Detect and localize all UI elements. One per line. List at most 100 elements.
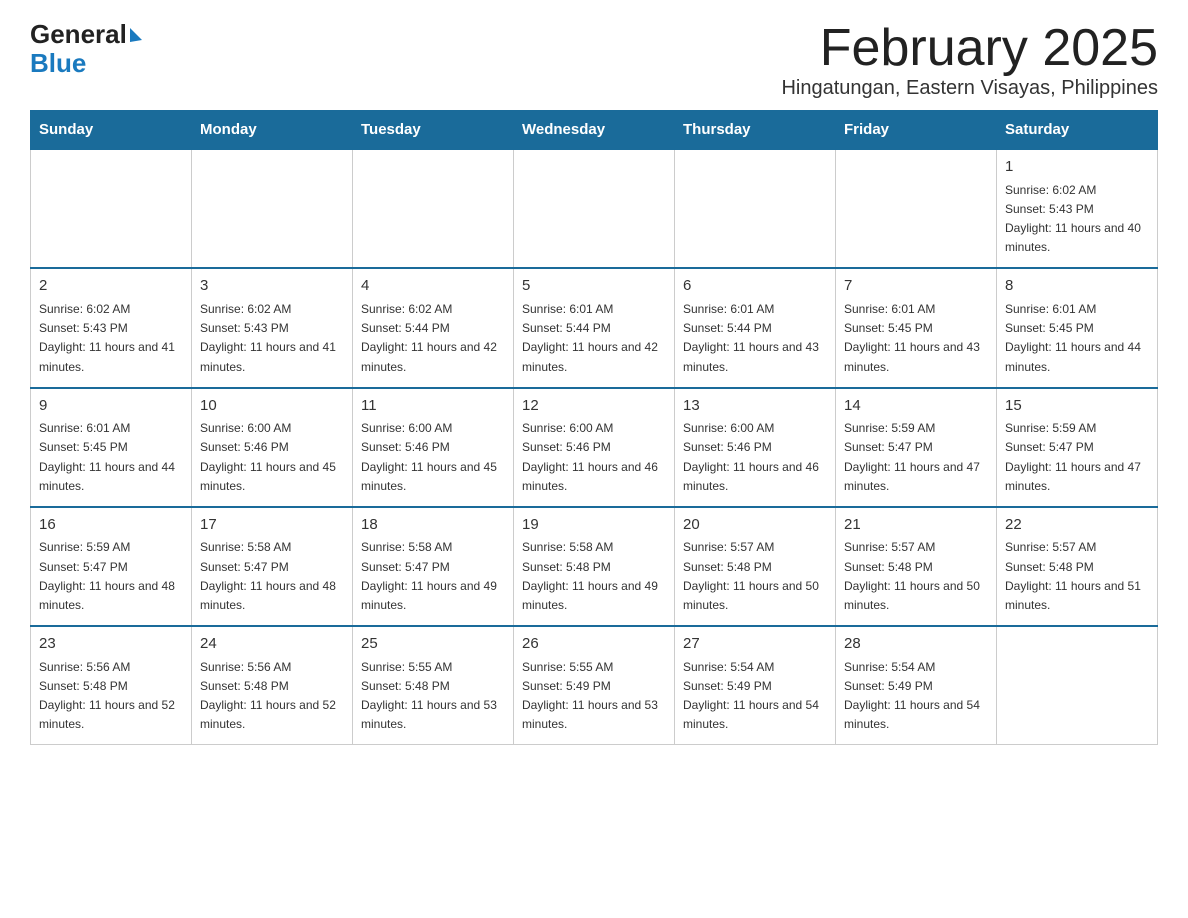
calendar-cell: 27Sunrise: 5:54 AM Sunset: 5:49 PM Dayli… (675, 626, 836, 745)
calendar-cell: 16Sunrise: 5:59 AM Sunset: 5:47 PM Dayli… (31, 507, 192, 626)
day-info: Sunrise: 5:54 AM Sunset: 5:49 PM Dayligh… (683, 658, 827, 735)
calendar-cell (353, 149, 514, 268)
calendar-cell: 25Sunrise: 5:55 AM Sunset: 5:48 PM Dayli… (353, 626, 514, 745)
day-info: Sunrise: 5:55 AM Sunset: 5:49 PM Dayligh… (522, 658, 666, 735)
day-info: Sunrise: 6:00 AM Sunset: 5:46 PM Dayligh… (522, 419, 666, 496)
calendar-cell: 14Sunrise: 5:59 AM Sunset: 5:47 PM Dayli… (836, 388, 997, 507)
calendar-cell (514, 149, 675, 268)
calendar-cell: 12Sunrise: 6:00 AM Sunset: 5:46 PM Dayli… (514, 388, 675, 507)
day-number: 20 (683, 514, 827, 537)
calendar-cell: 10Sunrise: 6:00 AM Sunset: 5:46 PM Dayli… (192, 388, 353, 507)
day-number: 4 (361, 275, 505, 298)
calendar-cell: 11Sunrise: 6:00 AM Sunset: 5:46 PM Dayli… (353, 388, 514, 507)
day-number: 12 (522, 395, 666, 418)
day-number: 22 (1005, 514, 1149, 537)
calendar-header-row: SundayMondayTuesdayWednesdayThursdayFrid… (31, 111, 1158, 150)
day-info: Sunrise: 6:01 AM Sunset: 5:44 PM Dayligh… (683, 300, 827, 377)
calendar-title: February 2025 (781, 20, 1158, 77)
calendar-cell: 26Sunrise: 5:55 AM Sunset: 5:49 PM Dayli… (514, 626, 675, 745)
day-number: 25 (361, 633, 505, 656)
day-number: 9 (39, 395, 183, 418)
day-number: 7 (844, 275, 988, 298)
day-number: 28 (844, 633, 988, 656)
day-info: Sunrise: 5:56 AM Sunset: 5:48 PM Dayligh… (200, 658, 344, 735)
calendar-cell (836, 149, 997, 268)
day-number: 21 (844, 514, 988, 537)
day-number: 23 (39, 633, 183, 656)
calendar-cell: 7Sunrise: 6:01 AM Sunset: 5:45 PM Daylig… (836, 268, 997, 387)
day-info: Sunrise: 5:57 AM Sunset: 5:48 PM Dayligh… (1005, 538, 1149, 615)
day-number: 19 (522, 514, 666, 537)
day-info: Sunrise: 5:58 AM Sunset: 5:47 PM Dayligh… (200, 538, 344, 615)
calendar-header-sunday: Sunday (31, 111, 192, 150)
calendar-subtitle: Hingatungan, Eastern Visayas, Philippine… (781, 77, 1158, 100)
calendar-week-4: 23Sunrise: 5:56 AM Sunset: 5:48 PM Dayli… (31, 626, 1158, 745)
day-info: Sunrise: 6:00 AM Sunset: 5:46 PM Dayligh… (683, 419, 827, 496)
calendar-cell: 4Sunrise: 6:02 AM Sunset: 5:44 PM Daylig… (353, 268, 514, 387)
calendar-cell: 15Sunrise: 5:59 AM Sunset: 5:47 PM Dayli… (997, 388, 1158, 507)
calendar-cell (675, 149, 836, 268)
day-info: Sunrise: 6:02 AM Sunset: 5:43 PM Dayligh… (200, 300, 344, 377)
calendar-cell: 22Sunrise: 5:57 AM Sunset: 5:48 PM Dayli… (997, 507, 1158, 626)
calendar-cell: 20Sunrise: 5:57 AM Sunset: 5:48 PM Dayli… (675, 507, 836, 626)
day-info: Sunrise: 6:00 AM Sunset: 5:46 PM Dayligh… (361, 419, 505, 496)
day-number: 6 (683, 275, 827, 298)
calendar-cell (31, 149, 192, 268)
logo-blue-text: Blue (30, 49, 142, 78)
day-info: Sunrise: 6:01 AM Sunset: 5:45 PM Dayligh… (39, 419, 183, 496)
calendar-header-wednesday: Wednesday (514, 111, 675, 150)
calendar-cell: 5Sunrise: 6:01 AM Sunset: 5:44 PM Daylig… (514, 268, 675, 387)
calendar-cell: 6Sunrise: 6:01 AM Sunset: 5:44 PM Daylig… (675, 268, 836, 387)
day-info: Sunrise: 5:59 AM Sunset: 5:47 PM Dayligh… (39, 538, 183, 615)
calendar-cell: 19Sunrise: 5:58 AM Sunset: 5:48 PM Dayli… (514, 507, 675, 626)
logo-general-text: General (30, 20, 127, 49)
day-number: 15 (1005, 395, 1149, 418)
day-info: Sunrise: 6:00 AM Sunset: 5:46 PM Dayligh… (200, 419, 344, 496)
day-number: 1 (1005, 156, 1149, 179)
calendar-cell: 18Sunrise: 5:58 AM Sunset: 5:47 PM Dayli… (353, 507, 514, 626)
calendar-header-tuesday: Tuesday (353, 111, 514, 150)
day-info: Sunrise: 5:58 AM Sunset: 5:48 PM Dayligh… (522, 538, 666, 615)
day-info: Sunrise: 6:01 AM Sunset: 5:45 PM Dayligh… (844, 300, 988, 377)
day-number: 26 (522, 633, 666, 656)
day-info: Sunrise: 6:01 AM Sunset: 5:45 PM Dayligh… (1005, 300, 1149, 377)
calendar-header-monday: Monday (192, 111, 353, 150)
calendar-cell: 3Sunrise: 6:02 AM Sunset: 5:43 PM Daylig… (192, 268, 353, 387)
day-info: Sunrise: 6:01 AM Sunset: 5:44 PM Dayligh… (522, 300, 666, 377)
title-area: February 2025 Hingatungan, Eastern Visay… (781, 20, 1158, 100)
calendar-cell (997, 626, 1158, 745)
day-number: 24 (200, 633, 344, 656)
day-info: Sunrise: 5:55 AM Sunset: 5:48 PM Dayligh… (361, 658, 505, 735)
calendar-header-saturday: Saturday (997, 111, 1158, 150)
calendar-cell: 17Sunrise: 5:58 AM Sunset: 5:47 PM Dayli… (192, 507, 353, 626)
calendar-cell: 24Sunrise: 5:56 AM Sunset: 5:48 PM Dayli… (192, 626, 353, 745)
calendar-cell: 2Sunrise: 6:02 AM Sunset: 5:43 PM Daylig… (31, 268, 192, 387)
day-number: 8 (1005, 275, 1149, 298)
day-info: Sunrise: 5:59 AM Sunset: 5:47 PM Dayligh… (844, 419, 988, 496)
day-number: 16 (39, 514, 183, 537)
day-number: 13 (683, 395, 827, 418)
day-number: 17 (200, 514, 344, 537)
calendar-week-3: 16Sunrise: 5:59 AM Sunset: 5:47 PM Dayli… (31, 507, 1158, 626)
page-header: General Blue February 2025 Hingatungan, … (30, 20, 1158, 100)
calendar-cell: 13Sunrise: 6:00 AM Sunset: 5:46 PM Dayli… (675, 388, 836, 507)
day-number: 14 (844, 395, 988, 418)
day-info: Sunrise: 6:02 AM Sunset: 5:43 PM Dayligh… (1005, 181, 1149, 258)
calendar-cell: 23Sunrise: 5:56 AM Sunset: 5:48 PM Dayli… (31, 626, 192, 745)
logo-arrow-icon (130, 26, 142, 42)
calendar-cell (192, 149, 353, 268)
day-info: Sunrise: 6:02 AM Sunset: 5:43 PM Dayligh… (39, 300, 183, 377)
calendar-cell: 8Sunrise: 6:01 AM Sunset: 5:45 PM Daylig… (997, 268, 1158, 387)
day-info: Sunrise: 5:57 AM Sunset: 5:48 PM Dayligh… (683, 538, 827, 615)
calendar-cell: 9Sunrise: 6:01 AM Sunset: 5:45 PM Daylig… (31, 388, 192, 507)
day-number: 27 (683, 633, 827, 656)
day-info: Sunrise: 5:59 AM Sunset: 5:47 PM Dayligh… (1005, 419, 1149, 496)
calendar-cell: 1Sunrise: 6:02 AM Sunset: 5:43 PM Daylig… (997, 149, 1158, 268)
day-info: Sunrise: 5:56 AM Sunset: 5:48 PM Dayligh… (39, 658, 183, 735)
day-number: 18 (361, 514, 505, 537)
day-number: 11 (361, 395, 505, 418)
calendar-week-0: 1Sunrise: 6:02 AM Sunset: 5:43 PM Daylig… (31, 149, 1158, 268)
calendar-header-thursday: Thursday (675, 111, 836, 150)
calendar-week-1: 2Sunrise: 6:02 AM Sunset: 5:43 PM Daylig… (31, 268, 1158, 387)
calendar-table: SundayMondayTuesdayWednesdayThursdayFrid… (30, 110, 1158, 745)
